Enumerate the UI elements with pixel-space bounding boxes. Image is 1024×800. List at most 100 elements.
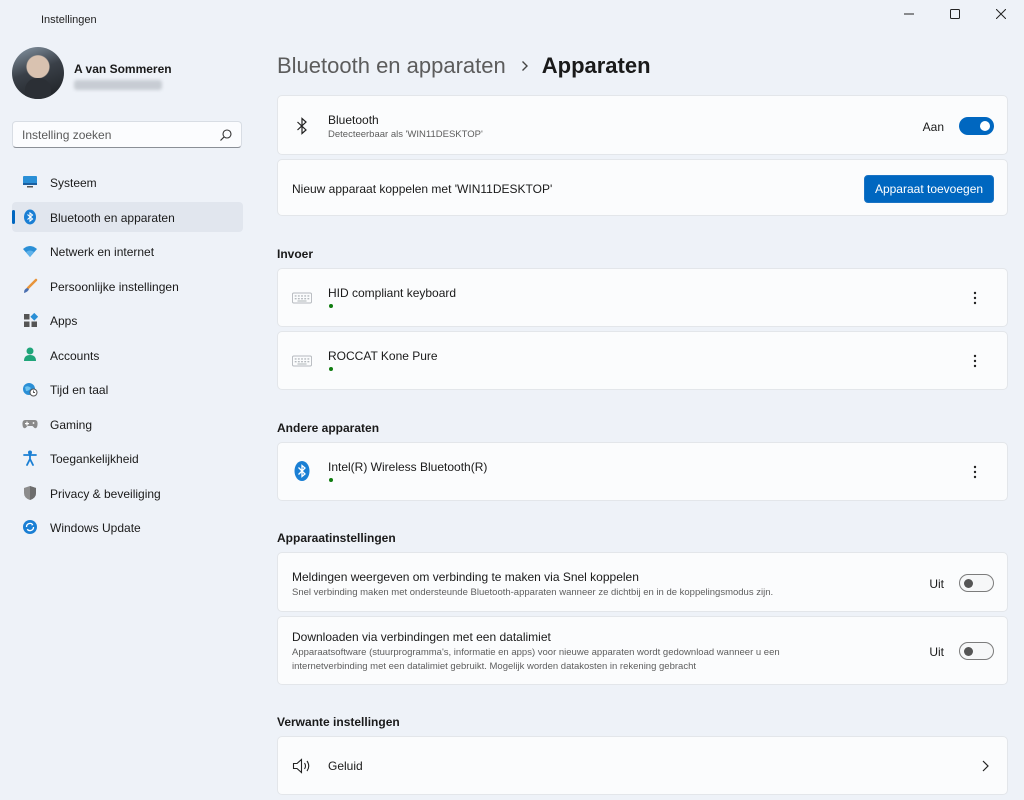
chevron-right-icon bbox=[521, 60, 529, 72]
globe-clock-icon bbox=[22, 381, 38, 397]
minimize-button[interactable] bbox=[886, 0, 932, 28]
sidebar-item-label: Privacy & beveiliging bbox=[50, 486, 161, 501]
related-setting-sound[interactable]: Geluid bbox=[277, 736, 1008, 795]
connected-status-dot bbox=[329, 478, 333, 482]
bluetooth-subtitle: Detecteerbaar als 'WIN11DESKTOP' bbox=[328, 129, 483, 140]
breadcrumb-parent[interactable]: Bluetooth en apparaten bbox=[277, 53, 506, 79]
update-icon bbox=[22, 519, 38, 535]
setting-title: Meldingen weergeven om verbinding te mak… bbox=[292, 570, 639, 584]
brush-icon bbox=[22, 278, 38, 294]
bluetooth-icon bbox=[22, 209, 38, 225]
pair-device-text: Nieuw apparaat koppelen met 'WIN11DESKTO… bbox=[292, 182, 553, 196]
sidebar-item-label: Windows Update bbox=[50, 521, 141, 535]
connected-status-dot bbox=[329, 367, 333, 371]
device-name: ROCCAT Kone Pure bbox=[328, 349, 438, 363]
device-name: Intel(R) Wireless Bluetooth(R) bbox=[328, 460, 488, 474]
bluetooth-state-label: Aan bbox=[922, 120, 944, 134]
window-controls bbox=[886, 0, 1024, 28]
more-icon bbox=[973, 354, 977, 368]
metered-download-toggle[interactable] bbox=[959, 642, 994, 660]
sidebar-item-gaming[interactable]: Gaming bbox=[12, 409, 243, 439]
swift-pair-setting-card: Meldingen weergeven om verbinding te mak… bbox=[277, 552, 1008, 612]
search-icon[interactable] bbox=[219, 128, 233, 142]
section-heading-input: Invoer bbox=[277, 247, 314, 261]
sidebar-item-apps[interactable]: Apps bbox=[12, 305, 243, 335]
setting-description: Snel verbinding maken met ondersteunde B… bbox=[292, 587, 774, 598]
section-heading-related: Verwante instellingen bbox=[277, 715, 400, 729]
pair-device-card: Nieuw apparaat koppelen met 'WIN11DESKTO… bbox=[277, 159, 1008, 216]
sidebar-item-accounts[interactable]: Accounts bbox=[12, 340, 243, 370]
sidebar-item-label: Bluetooth en apparaten bbox=[50, 210, 175, 225]
more-icon bbox=[973, 465, 977, 479]
close-button[interactable] bbox=[978, 0, 1024, 28]
accessibility-icon bbox=[22, 450, 38, 466]
close-icon bbox=[996, 9, 1006, 19]
apps-icon bbox=[22, 312, 38, 328]
sidebar-item-label: Accounts bbox=[50, 348, 100, 363]
title-bar: Instellingen bbox=[0, 0, 1024, 40]
bluetooth-icon bbox=[292, 461, 312, 481]
search-input[interactable] bbox=[22, 122, 212, 147]
bluetooth-toggle[interactable] bbox=[959, 117, 994, 135]
toggle-state-label: Uit bbox=[929, 577, 944, 591]
device-card[interactable]: ROCCAT Kone Pure bbox=[277, 331, 1008, 390]
sidebar-item-label: Tijd en taal bbox=[50, 383, 109, 397]
sidebar-item-windows-update[interactable]: Windows Update bbox=[12, 512, 243, 542]
setting-description-line2: internetverbinding met een datalimiet ge… bbox=[292, 661, 696, 672]
sidebar-item-label: Systeem bbox=[50, 176, 97, 190]
chevron-right-icon bbox=[982, 760, 989, 772]
add-device-button[interactable]: Apparaat toevoegen bbox=[864, 175, 994, 203]
setting-description-line1: Apparaatsoftware (stuurprogramma's, info… bbox=[292, 647, 780, 658]
maximize-icon bbox=[950, 9, 960, 19]
person-icon bbox=[22, 347, 38, 363]
sidebar-nav: Systeem Bluetooth en apparaten Netwerk e… bbox=[12, 167, 243, 547]
search-box[interactable] bbox=[12, 121, 242, 148]
swift-pair-toggle[interactable] bbox=[959, 574, 994, 592]
gamepad-icon bbox=[22, 416, 38, 432]
minimize-icon bbox=[904, 13, 914, 15]
more-options-button[interactable] bbox=[965, 462, 985, 482]
bluetooth-title: Bluetooth bbox=[328, 113, 379, 127]
section-heading-other: Andere apparaten bbox=[277, 421, 380, 435]
sidebar-item-label: Persoonlijke instellingen bbox=[50, 279, 179, 294]
more-icon bbox=[973, 291, 977, 305]
related-setting-label: Geluid bbox=[328, 759, 363, 773]
more-options-button[interactable] bbox=[965, 288, 985, 308]
more-options-button[interactable] bbox=[965, 351, 985, 371]
maximize-button[interactable] bbox=[932, 0, 978, 28]
sidebar-item-label: Netwerk en internet bbox=[50, 245, 155, 259]
bluetooth-card: Bluetooth Detecteerbaar als 'WIN11DESKTO… bbox=[277, 95, 1008, 155]
shield-icon bbox=[22, 485, 38, 501]
device-card[interactable]: HID compliant keyboard bbox=[277, 268, 1008, 327]
connected-status-dot bbox=[329, 304, 333, 308]
sidebar-item-netwerk[interactable]: Netwerk en internet bbox=[12, 236, 243, 266]
sidebar-item-systeem[interactable]: Systeem bbox=[12, 167, 243, 197]
sidebar-item-toegankelijkheid[interactable]: Toegankelijkheid bbox=[12, 443, 243, 473]
device-name: HID compliant keyboard bbox=[328, 286, 457, 300]
avatar bbox=[12, 47, 64, 99]
sidebar-item-label: Gaming bbox=[50, 417, 93, 432]
window-title: Instellingen bbox=[41, 14, 97, 26]
metered-download-setting-card: Downloaden via verbindingen met een data… bbox=[277, 616, 1008, 685]
wifi-icon bbox=[22, 243, 38, 259]
sidebar-item-label: Toegankelijkheid bbox=[50, 452, 139, 466]
toggle-state-label: Uit bbox=[929, 645, 944, 659]
page-title: Apparaten bbox=[541, 53, 651, 78]
sidebar-item-bluetooth[interactable]: Bluetooth en apparaten bbox=[12, 201, 243, 232]
device-card[interactable]: Intel(R) Wireless Bluetooth(R) bbox=[277, 442, 1008, 501]
monitor-icon bbox=[22, 174, 38, 190]
sidebar-item-privacy[interactable]: Privacy & beveiliging bbox=[12, 478, 243, 508]
user-profile[interactable]: A van Sommeren bbox=[12, 47, 252, 103]
breadcrumb: Bluetooth en apparaten Apparaten bbox=[277, 50, 651, 82]
bluetooth-icon bbox=[292, 116, 312, 136]
sidebar-item-tijd[interactable]: Tijd en taal bbox=[12, 374, 243, 404]
speaker-icon bbox=[292, 756, 312, 776]
setting-title: Downloaden via verbindingen met een data… bbox=[292, 630, 551, 644]
sidebar-item-label: Apps bbox=[50, 314, 78, 328]
keyboard-icon bbox=[292, 351, 312, 371]
section-heading-device-settings: Apparaatinstellingen bbox=[277, 531, 396, 545]
sidebar-item-persoonlijk[interactable]: Persoonlijke instellingen bbox=[12, 271, 243, 301]
keyboard-icon bbox=[292, 288, 312, 308]
profile-email-redacted bbox=[74, 80, 162, 90]
profile-name: A van Sommeren bbox=[74, 62, 172, 76]
